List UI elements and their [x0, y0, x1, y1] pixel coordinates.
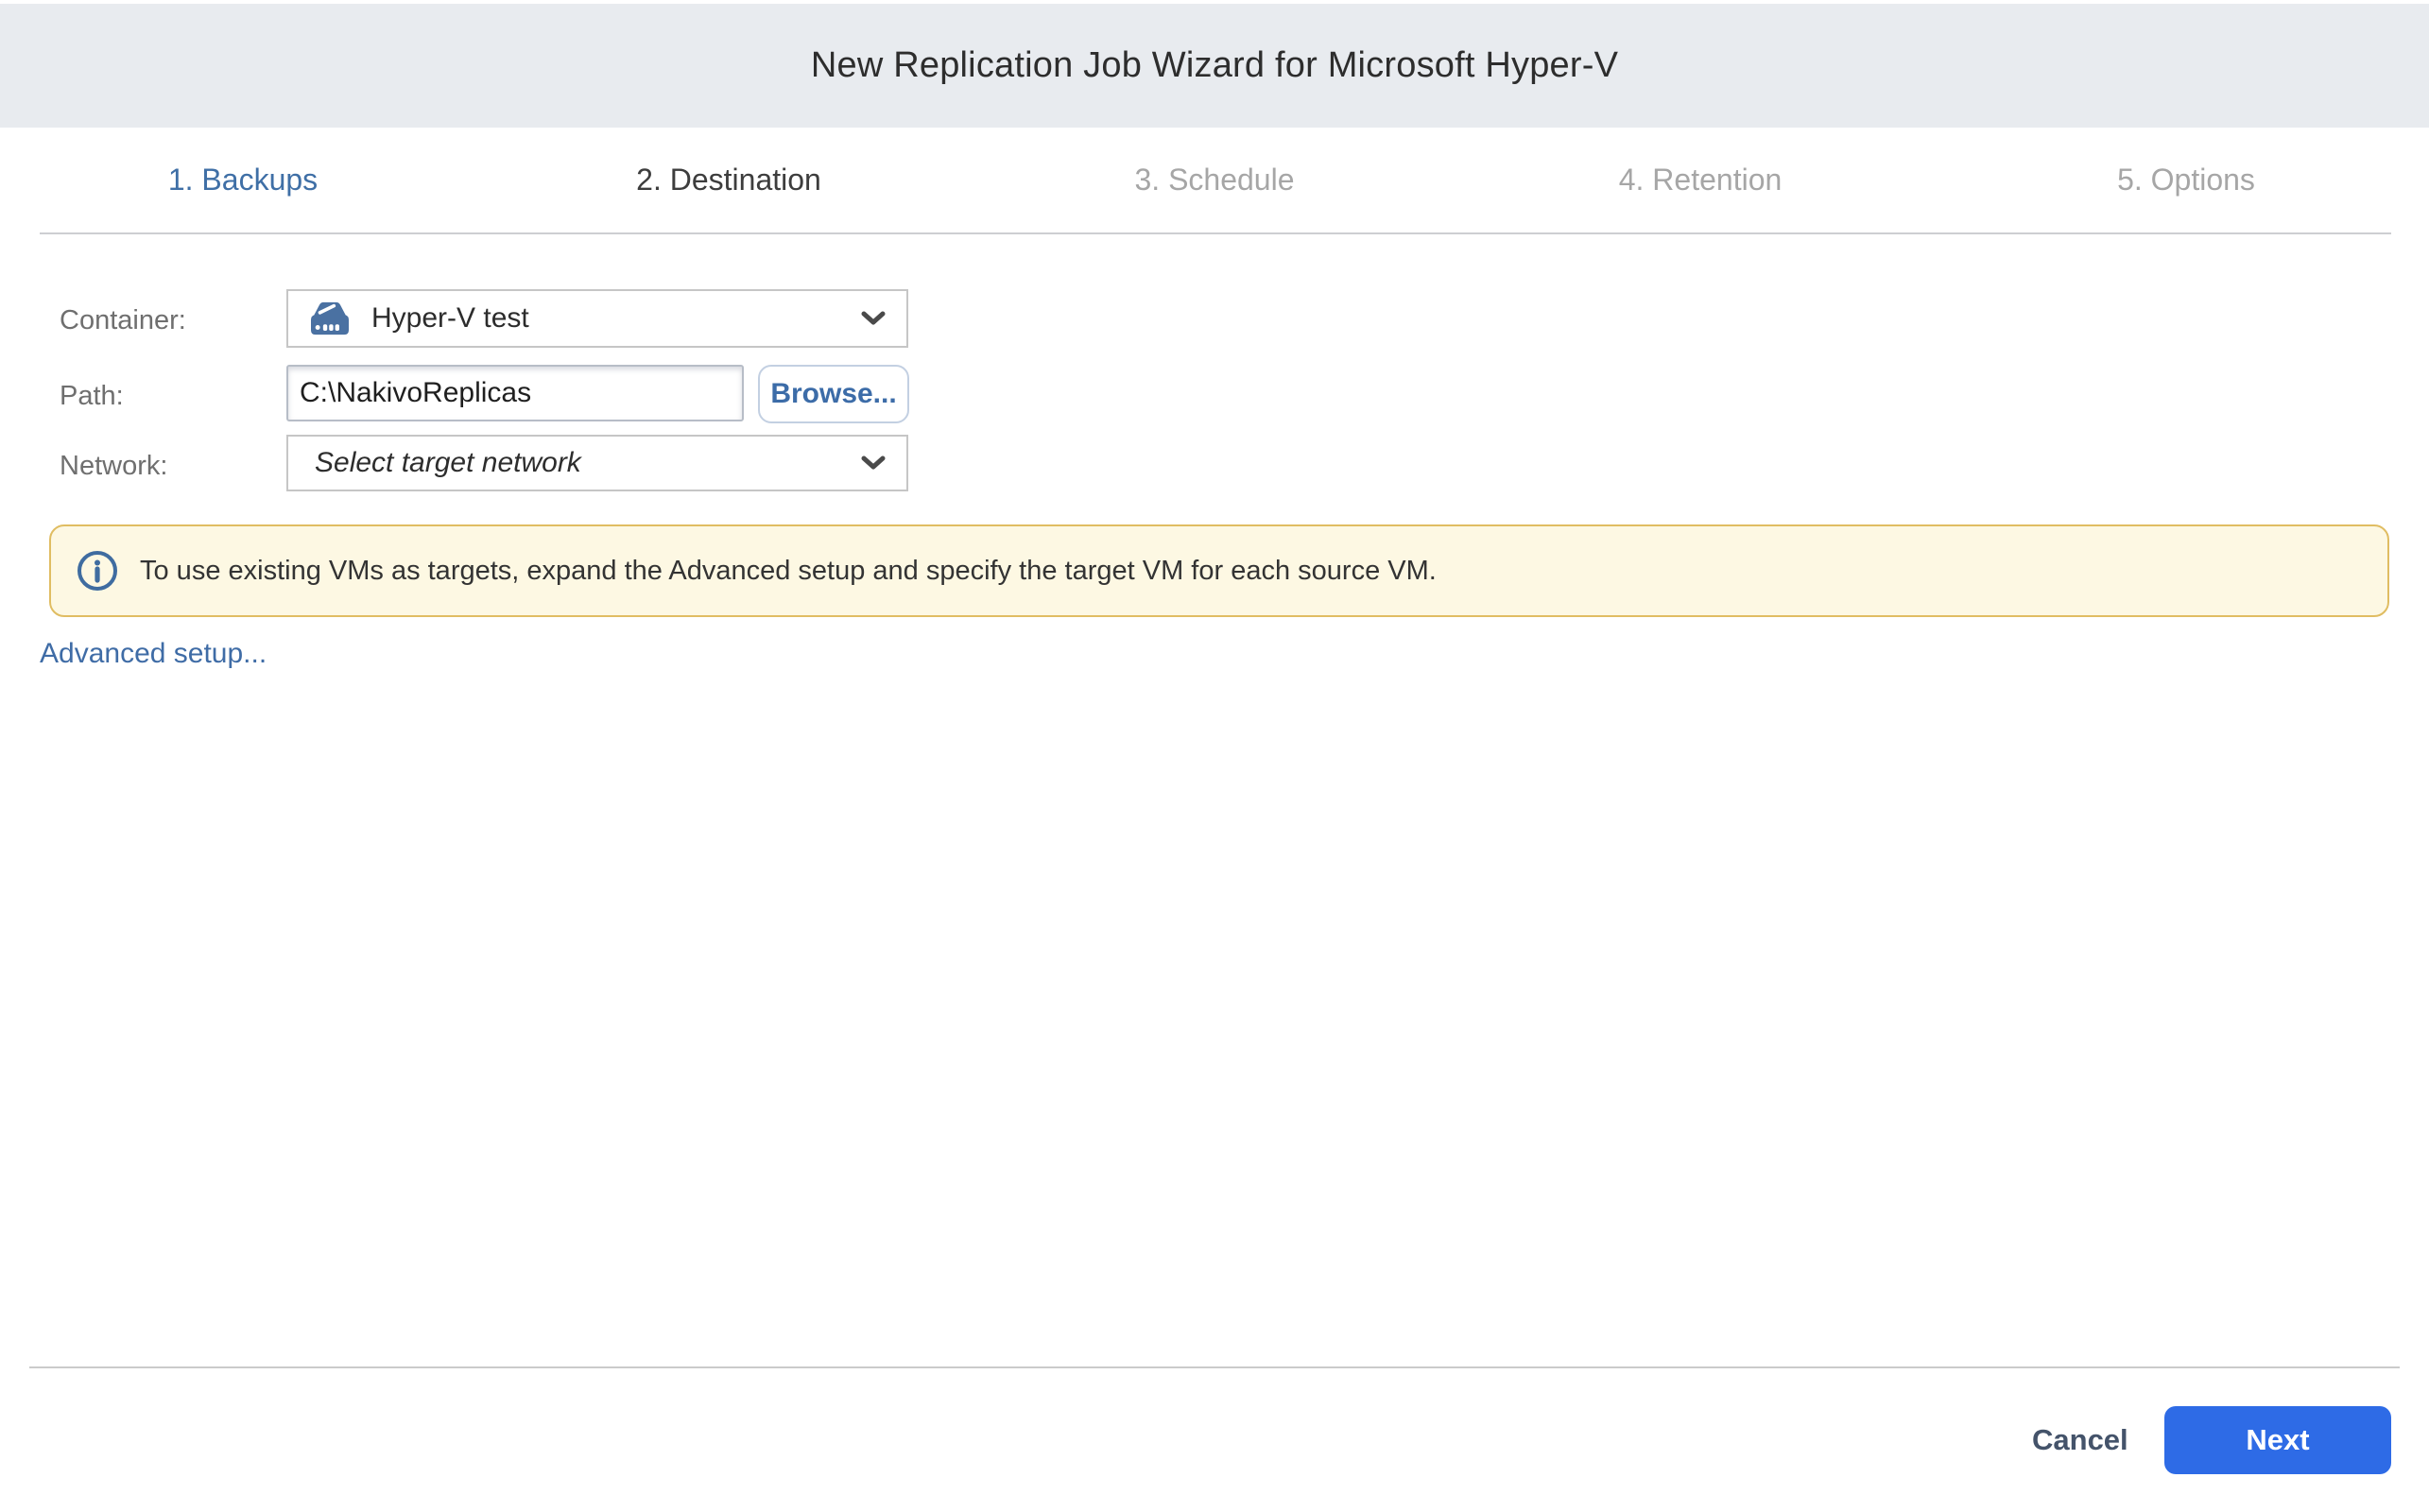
advanced-setup-link[interactable]: Advanced setup...	[40, 638, 267, 670]
network-select-placeholder: Select target network	[315, 447, 581, 479]
info-icon	[76, 549, 119, 593]
path-input[interactable]	[286, 365, 744, 421]
step-tab-backups[interactable]: 1. Backups	[0, 128, 486, 232]
steps-divider	[40, 232, 2391, 234]
network-label: Network:	[60, 451, 167, 482]
network-select[interactable]: Select target network	[286, 435, 908, 491]
chevron-down-icon	[861, 311, 886, 326]
page-title: New Replication Job Wizard for Microsoft…	[811, 45, 1618, 86]
container-select[interactable]: Hyper-V test	[286, 289, 908, 348]
browse-button[interactable]: Browse...	[758, 365, 909, 423]
next-button[interactable]: Next	[2164, 1406, 2391, 1474]
path-label: Path:	[60, 381, 124, 412]
step-tab-retention: 4. Retention	[1457, 128, 1943, 232]
cancel-button[interactable]: Cancel	[2032, 1406, 2127, 1474]
step-tab-destination[interactable]: 2. Destination	[486, 128, 972, 232]
wizard-header: New Replication Job Wizard for Microsoft…	[0, 4, 2429, 128]
info-banner: To use existing VMs as targets, expand t…	[49, 524, 2389, 617]
container-select-value: Hyper-V test	[371, 302, 529, 335]
step-tab-options: 5. Options	[1943, 128, 2429, 232]
footer-divider	[29, 1366, 2400, 1368]
chevron-down-icon	[861, 455, 886, 471]
wizard-steps: 1. Backups 2. Destination 3. Schedule 4.…	[0, 128, 2429, 232]
info-banner-text: To use existing VMs as targets, expand t…	[140, 556, 1437, 587]
hyperv-host-icon	[307, 300, 353, 337]
container-label: Container:	[60, 305, 186, 336]
step-tab-schedule: 3. Schedule	[972, 128, 1457, 232]
